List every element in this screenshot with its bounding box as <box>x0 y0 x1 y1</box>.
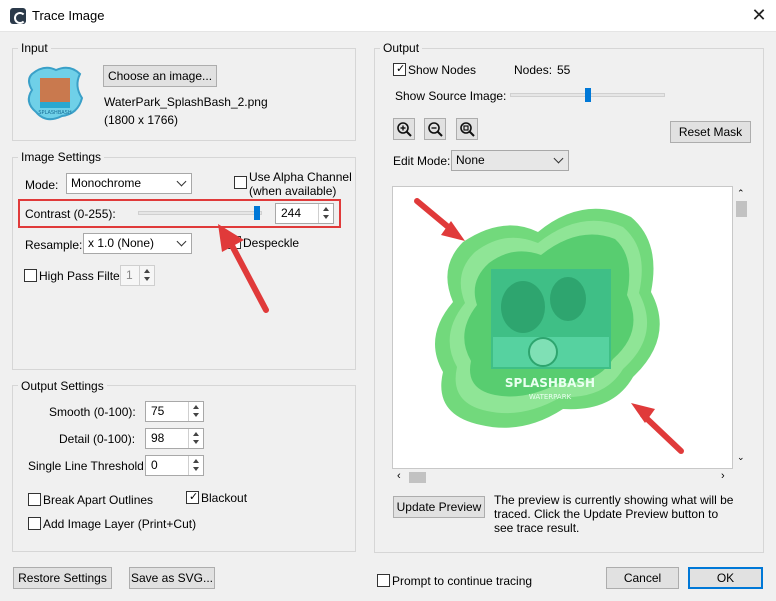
input-thumbnail: SPLASHBASH <box>27 66 84 121</box>
zoom-out-icon <box>428 122 443 137</box>
choose-image-button[interactable]: Choose an image... <box>103 65 217 87</box>
trace-preview-image: SPLASHBASH WATERPARK <box>414 198 684 454</box>
input-group-label: Input <box>18 41 51 55</box>
scrollbar-thumb[interactable] <box>409 472 426 483</box>
scroll-up-icon[interactable]: ⌃ <box>737 188 745 199</box>
edit-mode-select[interactable]: None <box>451 150 569 171</box>
ok-button[interactable]: OK <box>688 567 763 589</box>
high-pass-checkbox[interactable] <box>24 269 37 282</box>
restore-settings-button[interactable]: Restore Settings <box>13 567 112 589</box>
zoom-in-button[interactable] <box>393 118 415 140</box>
image-settings-label: Image Settings <box>18 150 105 164</box>
reset-mask-button[interactable]: Reset Mask <box>670 121 751 143</box>
mode-label: Mode: <box>25 178 59 192</box>
threshold-spinbox[interactable]: 0 <box>145 455 204 476</box>
save-as-svg-button[interactable]: Save as SVG... <box>129 567 215 589</box>
smooth-spinbox[interactable]: 75 <box>145 401 204 422</box>
mode-select[interactable]: Monochrome <box>66 173 192 194</box>
zoom-fit-button[interactable] <box>456 118 478 140</box>
prompt-checkbox[interactable] <box>377 574 390 587</box>
detail-spinbox[interactable]: 98 <box>145 428 204 449</box>
app-logo-icon <box>10 8 26 24</box>
contrast-slider-track[interactable] <box>138 211 262 215</box>
detail-value: 98 <box>151 431 165 445</box>
edit-mode-label: Edit Mode: <box>393 154 451 168</box>
spin-arrows-icon[interactable] <box>188 402 203 421</box>
update-preview-button[interactable]: Update Preview <box>393 496 485 518</box>
blackout-checkbox[interactable]: ✓ <box>186 491 199 504</box>
title-bar: Trace Image ✕ <box>0 0 776 32</box>
zoom-in-icon <box>397 122 412 137</box>
contrast-slider-thumb[interactable] <box>253 206 260 220</box>
output-settings-label: Output Settings <box>18 379 107 393</box>
high-pass-label: High Pass Filter <box>39 269 124 283</box>
resample-value: x 1.0 (None) <box>88 236 155 250</box>
preview-canvas[interactable]: SPLASHBASH WATERPARK <box>392 186 733 469</box>
show-source-label: Show Source Image: <box>395 89 507 103</box>
chevron-down-icon <box>553 153 564 164</box>
svg-text:SPLASHBASH: SPLASHBASH <box>38 110 71 116</box>
window-title: Trace Image <box>32 8 105 23</box>
smooth-value: 75 <box>151 404 165 418</box>
alpha-channel-label-1: Use Alpha Channel <box>249 170 352 184</box>
nodes-value: 55 <box>557 63 571 77</box>
show-nodes-checkbox[interactable]: ✓ <box>393 63 406 76</box>
scroll-down-icon[interactable]: ⌄ <box>737 452 745 463</box>
contrast-value: 244 <box>281 206 302 220</box>
alpha-channel-label-2: (when available) <box>249 184 337 198</box>
scroll-left-icon[interactable]: ‹ <box>397 470 401 482</box>
spin-arrows-icon[interactable] <box>188 429 203 448</box>
prompt-label: Prompt to continue tracing <box>392 574 533 588</box>
contrast-label: Contrast (0-255): <box>25 207 116 221</box>
input-filename: WaterPark_SplashBash_2.png <box>104 95 268 109</box>
input-dimensions: (1800 x 1766) <box>104 113 179 127</box>
spin-arrows-icon[interactable] <box>318 204 333 223</box>
threshold-label: Single Line Threshold: <box>28 459 148 473</box>
svg-text:WATERPARK: WATERPARK <box>529 393 572 401</box>
add-image-layer-label: Add Image Layer (Print+Cut) <box>43 517 197 531</box>
resample-select[interactable]: x 1.0 (None) <box>83 233 192 254</box>
check-icon: ✓ <box>189 491 199 503</box>
scroll-right-icon[interactable]: › <box>721 470 725 482</box>
cancel-button[interactable]: Cancel <box>606 567 679 589</box>
chevron-down-icon <box>176 176 187 187</box>
zoom-out-button[interactable] <box>424 118 446 140</box>
close-icon[interactable]: ✕ <box>748 4 770 26</box>
smooth-label: Smooth (0-100): <box>49 405 136 419</box>
zoom-fit-icon <box>460 122 475 137</box>
scrollbar-thumb[interactable] <box>736 201 747 217</box>
blackout-label: Blackout <box>201 491 248 505</box>
output-group-label: Output <box>380 41 423 55</box>
nodes-label: Nodes: <box>514 63 553 77</box>
red-arrow-icon <box>218 224 269 313</box>
svg-text:SPLASHBASH: SPLASHBASH <box>505 376 595 390</box>
alpha-channel-checkbox[interactable] <box>234 176 247 189</box>
preview-vertical-scrollbar[interactable]: ⌃ ⌄ <box>733 186 750 469</box>
preview-horizontal-scrollbar[interactable]: ‹ › <box>392 469 733 486</box>
spin-arrows-icon[interactable] <box>139 266 154 285</box>
chevron-down-icon <box>176 236 187 247</box>
break-apart-label: Break Apart Outlines <box>43 493 154 507</box>
high-pass-spinbox[interactable]: 1 <box>120 265 155 286</box>
contrast-spinbox[interactable]: 244 <box>275 203 334 224</box>
show-nodes-label: Show Nodes <box>408 63 477 77</box>
add-image-layer-checkbox[interactable] <box>28 517 41 530</box>
check-icon: ✓ <box>396 63 406 75</box>
resample-label: Resample: <box>25 238 83 252</box>
preview-note: The preview is currently showing what wi… <box>494 493 734 535</box>
show-source-slider-thumb[interactable] <box>584 88 591 102</box>
edit-mode-value: None <box>456 153 485 167</box>
spin-arrows-icon[interactable] <box>188 456 203 475</box>
mode-value: Monochrome <box>71 176 142 190</box>
threshold-value: 0 <box>151 458 158 472</box>
detail-label: Detail (0-100): <box>59 432 136 446</box>
break-apart-checkbox[interactable] <box>28 493 41 506</box>
high-pass-value: 1 <box>126 268 133 282</box>
